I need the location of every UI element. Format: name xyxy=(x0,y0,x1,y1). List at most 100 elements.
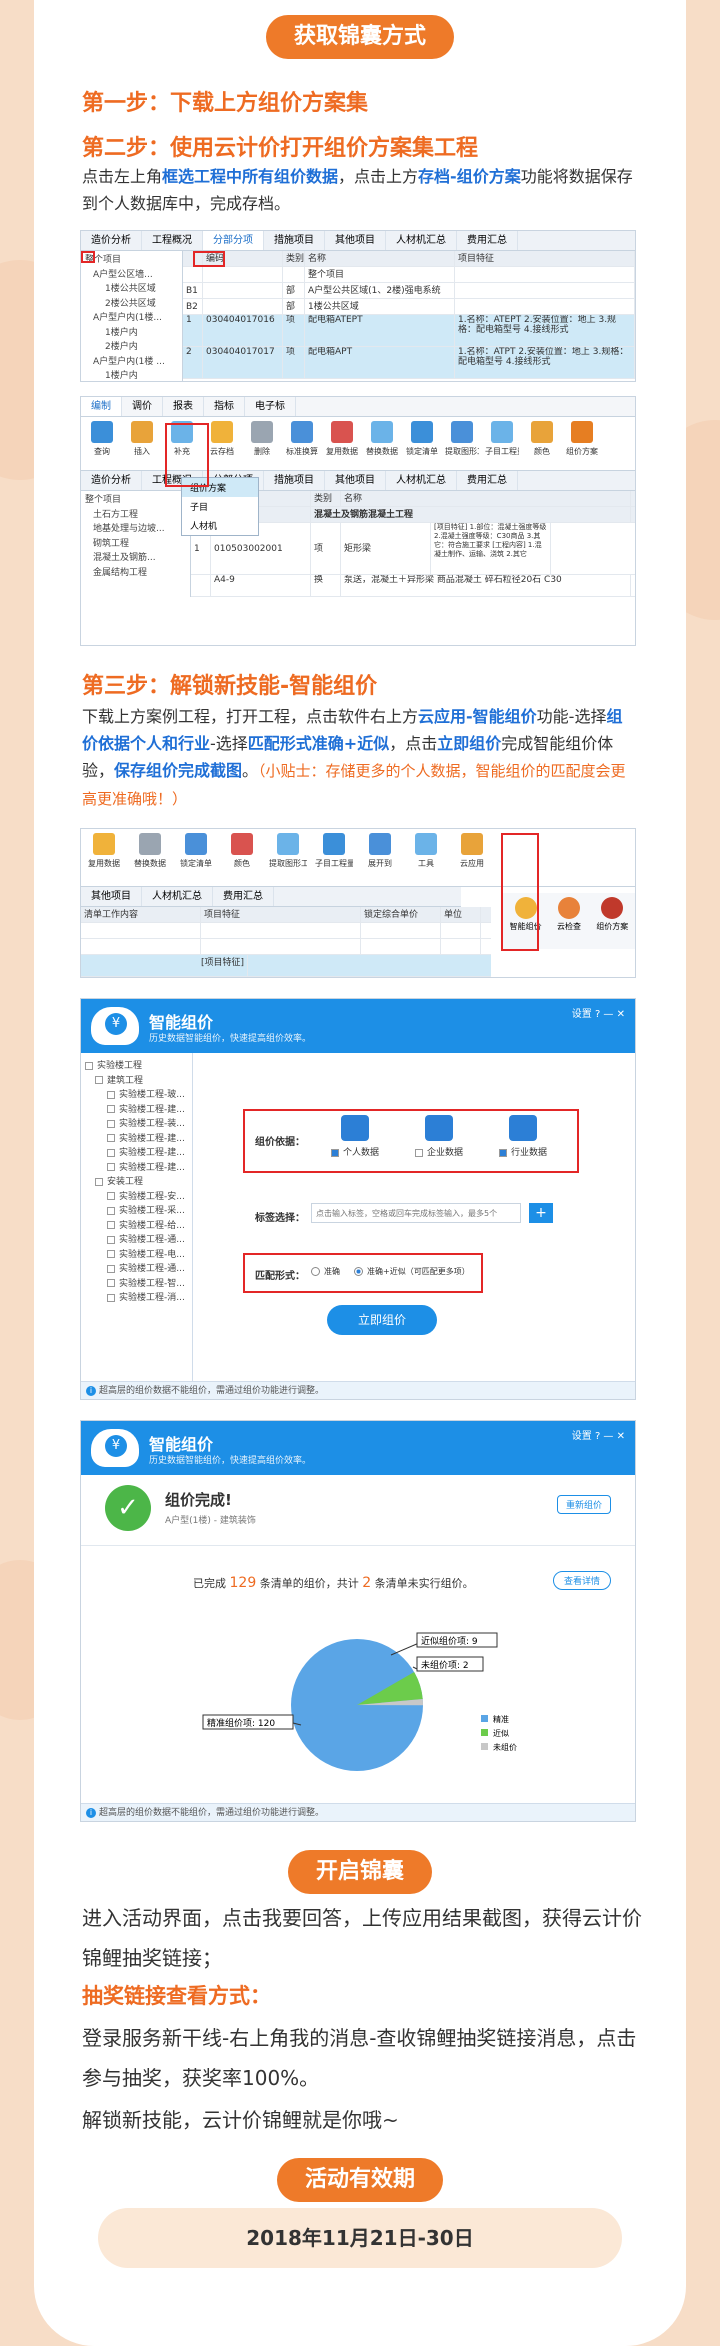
tree-item[interactable]: 实验楼工程-玻... xyxy=(85,1088,188,1103)
table-row[interactable] xyxy=(81,939,491,955)
checkbox[interactable] xyxy=(107,1250,115,1258)
basis-option[interactable]: 企业数据 xyxy=(407,1115,471,1158)
tree-item[interactable]: 2楼公共区域 xyxy=(85,297,178,312)
tree-item[interactable]: 安装工程 xyxy=(85,1175,188,1190)
tab-item[interactable]: 其他项目 xyxy=(325,471,386,490)
checkbox[interactable] xyxy=(107,1192,115,1200)
toolbar-button[interactable]: 标准换算 xyxy=(285,421,319,466)
add-tag-button[interactable]: + xyxy=(529,1203,553,1223)
toolbar-button[interactable]: 锁定清单 xyxy=(177,833,215,882)
match-option[interactable]: 准确+近似（可匹配更多项） xyxy=(354,1266,470,1277)
tab-item[interactable]: 费用汇总 xyxy=(457,471,518,490)
tab-item[interactable]: 措施项目 xyxy=(264,231,325,250)
toolbar-button[interactable]: 插入 xyxy=(125,421,159,466)
tree-item[interactable]: A户型户内(1楼... xyxy=(85,311,178,326)
tree-item[interactable]: 整个项目 xyxy=(85,253,178,268)
price-now-button[interactable]: 立即组价 xyxy=(327,1305,437,1335)
tree-item[interactable]: 1楼户内 xyxy=(85,369,178,381)
regroup-button[interactable]: 重新组价 xyxy=(556,1495,611,1514)
cloud-app-button[interactable]: 云检查 xyxy=(550,897,587,945)
toolbar-button[interactable]: 云存档 xyxy=(205,421,239,466)
checkbox[interactable] xyxy=(414,1148,423,1157)
checkbox[interactable] xyxy=(95,1177,103,1186)
tree-item[interactable]: 金属结构工程 xyxy=(85,566,186,581)
tag-input[interactable] xyxy=(311,1203,521,1223)
tree-item[interactable]: 实验楼工程-建... xyxy=(85,1146,188,1161)
toolbar-button[interactable]: 替换数据 xyxy=(131,833,169,882)
menu-tab[interactable]: 报表 xyxy=(163,397,204,416)
tree-item[interactable]: 实验楼工程-消... xyxy=(85,1291,188,1306)
table-row[interactable]: A4-9 换泵送，混凝土＋异形梁 商品混凝土 碎石粒径20石 C30 xyxy=(191,575,635,597)
checkbox[interactable] xyxy=(107,1119,115,1128)
table-row[interactable]: B1 部 A户型公共区域(1、2楼)强电系统 xyxy=(183,283,635,299)
toolbar-button[interactable]: 颜色 xyxy=(223,833,261,882)
tree-item[interactable]: 混凝土及钢筋... xyxy=(85,551,186,566)
tree-item[interactable]: 土石方工程 xyxy=(85,508,186,523)
checkbox[interactable] xyxy=(498,1148,507,1157)
tree-item[interactable]: A户型公区墙... xyxy=(85,268,178,283)
tab-item[interactable]: 工程概况 xyxy=(142,231,203,250)
toolbar-button[interactable]: 子目工程量 xyxy=(485,421,519,466)
checkbox[interactable] xyxy=(107,1148,115,1157)
tree-item[interactable]: 实验楼工程-通... xyxy=(85,1262,188,1277)
toolbar-button[interactable]: 云应用 xyxy=(453,833,491,882)
toolbar-button[interactable]: 锁定清单 xyxy=(405,421,439,466)
tab-item[interactable]: 人材机汇总 xyxy=(386,471,457,490)
radio[interactable] xyxy=(311,1267,320,1276)
tab-item[interactable]: 造价分析 xyxy=(81,471,142,490)
checkbox[interactable] xyxy=(107,1105,115,1113)
tree-item[interactable]: 实验楼工程-安... xyxy=(85,1190,188,1205)
match-option[interactable]: 准确 xyxy=(311,1266,340,1277)
tree-item[interactable]: 1楼公共区域 xyxy=(85,282,178,297)
window-controls[interactable]: 设置 ? — ✕ xyxy=(572,1427,625,1442)
tree-item[interactable]: 实验楼工程-采... xyxy=(85,1204,188,1219)
tab-item[interactable]: 其他项目 xyxy=(81,887,142,906)
checkbox[interactable] xyxy=(107,1221,115,1229)
tree-item[interactable]: 实验楼工程-智... xyxy=(85,1277,188,1292)
toolbar-button[interactable]: 颜色 xyxy=(525,421,559,466)
tree-item[interactable]: A户型户内(1楼 ... xyxy=(85,355,178,370)
tab-item[interactable]: 其他项目 xyxy=(325,231,386,250)
tree-item[interactable]: 实验楼工程-建... xyxy=(85,1132,188,1147)
table-row[interactable]: [项目特征] xyxy=(81,955,491,977)
table-row[interactable]: 2 030404017017 项配电箱APT 1.名称：ATPT 2.安装位置：地上 … xyxy=(183,347,635,379)
table-row[interactable]: 1 030404017016 项配电箱ATEPT 1.名称：ATEPT 2.安装位置：… xyxy=(183,315,635,347)
menu-tab[interactable]: 编制 xyxy=(81,397,122,416)
table-row[interactable]: B2 部 1楼公共区域 xyxy=(183,299,635,315)
tree-item[interactable]: 建筑工程 xyxy=(85,1074,188,1089)
dropdown-item[interactable]: 人材机 xyxy=(182,516,258,535)
menu-tab[interactable]: 电子标 xyxy=(245,397,296,416)
tree-item[interactable]: 实验楼工程-建... xyxy=(85,1103,188,1118)
toolbar-button[interactable]: 子目工程量 xyxy=(315,833,353,882)
checkbox[interactable] xyxy=(107,1134,115,1142)
tree-item[interactable]: 实验楼工程-通... xyxy=(85,1233,188,1248)
tree-item[interactable]: 实验楼工程-建... xyxy=(85,1161,188,1176)
checkbox[interactable] xyxy=(107,1090,115,1099)
tab-item[interactable]: 分部分项 xyxy=(203,231,264,250)
basis-option[interactable]: 行业数据 xyxy=(491,1115,555,1158)
toolbar-button[interactable]: 替换数据 xyxy=(365,421,399,466)
tree-item[interactable]: 实验楼工程-给... xyxy=(85,1219,188,1234)
window-controls[interactable]: 设置 ? — ✕ xyxy=(572,1005,625,1020)
dropdown-item[interactable]: 子目 xyxy=(182,497,258,516)
tree-item[interactable]: 整个项目 xyxy=(85,493,186,508)
toolbar-button[interactable]: 删除 xyxy=(245,421,279,466)
checkbox[interactable] xyxy=(95,1076,103,1084)
tab-item[interactable]: 费用汇总 xyxy=(457,231,518,250)
tree-item[interactable]: 地基处理与边坡... xyxy=(85,522,186,537)
checkbox[interactable] xyxy=(85,1061,93,1070)
toolbar-button[interactable]: 展开到 xyxy=(361,833,399,882)
menu-tab[interactable]: 调价 xyxy=(122,397,163,416)
cloud-app-button[interactable]: 组价方案 xyxy=(594,897,631,945)
tree-item[interactable]: 2楼户内 xyxy=(85,340,178,355)
toolbar-button[interactable]: 查询 xyxy=(85,421,119,466)
checkbox[interactable] xyxy=(107,1264,115,1273)
checkbox[interactable] xyxy=(107,1235,115,1244)
toolbar-button[interactable]: 提取图形工程量 xyxy=(445,421,479,466)
toolbar-button[interactable]: 组价方案 xyxy=(565,421,599,466)
menu-tab[interactable]: 指标 xyxy=(204,397,245,416)
tree-item[interactable]: 实验楼工程-装... xyxy=(85,1117,188,1132)
checkbox[interactable] xyxy=(107,1279,115,1287)
tab-item[interactable]: 人材机汇总 xyxy=(142,887,213,906)
toolbar-button[interactable]: 工具 xyxy=(407,833,445,882)
